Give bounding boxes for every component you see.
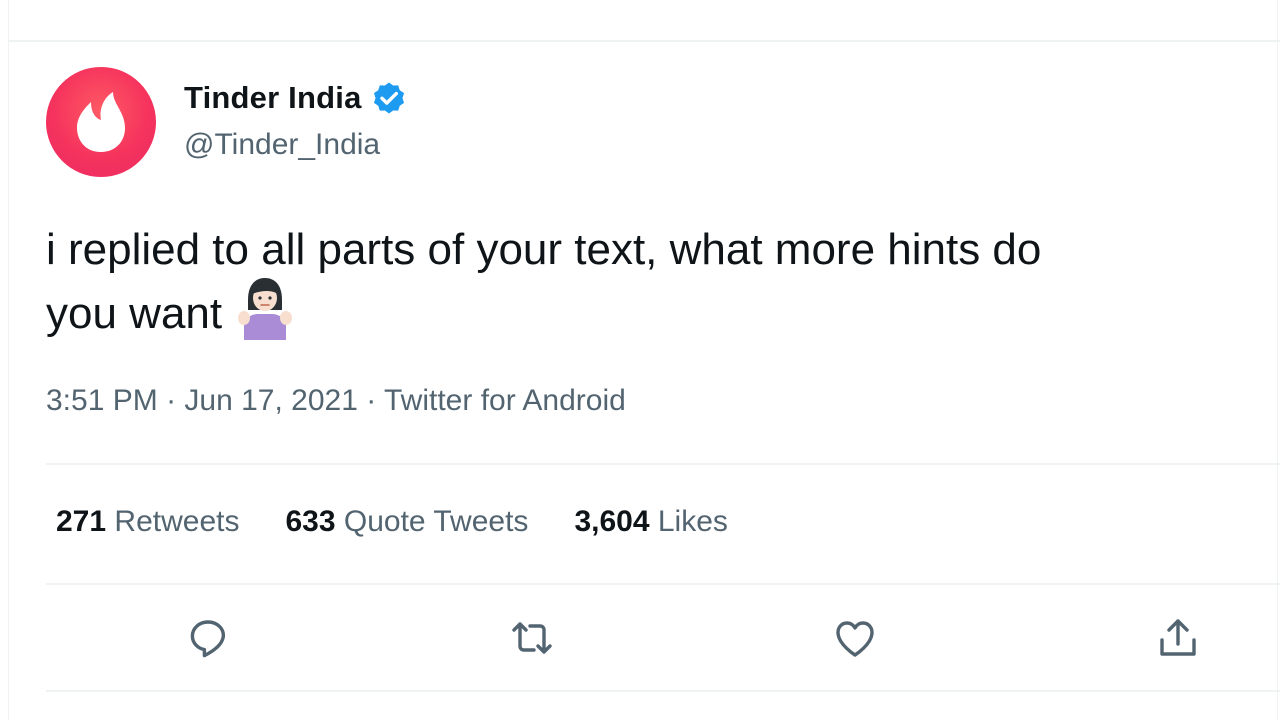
- meta-divider: [46, 463, 1280, 465]
- display-name[interactable]: Tinder India: [184, 80, 362, 116]
- actions-divider: [46, 690, 1280, 692]
- quote-tweets-stat[interactable]: 633 Quote Tweets: [285, 505, 528, 539]
- tweet-text-line-2-row: you want: [46, 278, 1266, 348]
- likes-stat[interactable]: 3,604 Likes: [574, 505, 727, 539]
- verified-badge-icon: [370, 79, 408, 117]
- quote-tweets-label: Quote Tweets: [343, 505, 529, 538]
- retweets-count: 271: [56, 505, 107, 538]
- like-icon: [836, 621, 874, 657]
- tweet-stats: 271 Retweets 633 Quote Tweets 3,604 Like…: [56, 505, 774, 539]
- tinder-flame-icon: [77, 92, 125, 152]
- retweets-label: Retweets: [114, 505, 240, 538]
- tweet-source[interactable]: Twitter for Android: [384, 384, 626, 417]
- retweet-button[interactable]: [506, 612, 558, 664]
- author-block: Tinder India @Tinder_India: [184, 78, 408, 162]
- meta-separator-2: ·: [357, 384, 385, 417]
- quote-tweets-count: 633: [285, 505, 336, 538]
- stats-divider: [46, 583, 1280, 585]
- retweets-stat[interactable]: 271 Retweets: [56, 505, 239, 539]
- share-button[interactable]: [1152, 612, 1204, 664]
- retweet-icon: [512, 622, 552, 654]
- tweet-text: i replied to all parts of your text, wha…: [46, 218, 1266, 348]
- tweet-detail-page: Tinder India @Tinder_India i replied to …: [0, 0, 1280, 720]
- person-shrugging-emoji: [236, 276, 294, 341]
- share-icon: [1160, 619, 1196, 656]
- reply-button[interactable]: [182, 612, 234, 664]
- reply-icon: [190, 620, 225, 658]
- like-button[interactable]: [829, 612, 881, 664]
- tweet-time[interactable]: 3:51 PM: [46, 384, 158, 417]
- tweet-text-line-1: i replied to all parts of your text, wha…: [46, 225, 1042, 274]
- user-handle[interactable]: @Tinder_India: [184, 128, 408, 162]
- avatar[interactable]: [46, 67, 156, 177]
- tweet-meta: 3:51 PM · Jun 17, 2021 · Twitter for And…: [46, 384, 626, 418]
- tweet-text-line-2: you want: [46, 289, 223, 338]
- name-row: Tinder India: [184, 78, 408, 118]
- right-border: [1277, 0, 1278, 720]
- meta-separator-1: ·: [157, 384, 185, 417]
- top-divider: [8, 40, 1280, 42]
- tweet-date[interactable]: Jun 17, 2021: [184, 384, 357, 417]
- likes-count: 3,604: [574, 505, 650, 538]
- likes-label: Likes: [657, 505, 728, 538]
- left-border: [8, 0, 9, 720]
